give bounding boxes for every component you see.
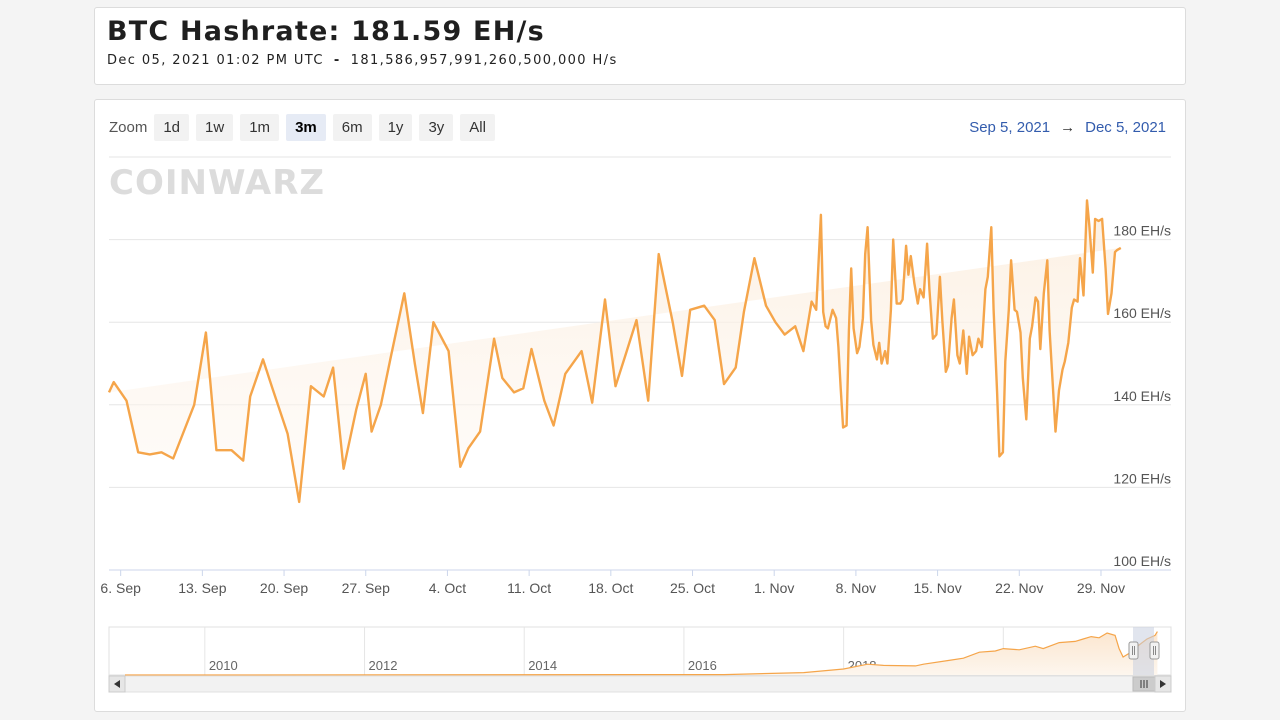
x-axis-labels: 6. Sep 13. Sep 20. Sep 27. Sep 4. Oct 11. Oct… [100,570,1125,596]
x-tick-label: 20. Sep [260,580,308,596]
scrollbar[interactable] [108,675,1172,693]
chart-card: Zoom 1d 1w 1m 3m 6m 1y 3y All Sep 5, 202… [94,99,1186,712]
scrollbar-track[interactable] [108,675,1172,693]
navigator-handle-left[interactable] [1128,641,1139,660]
y-tick-label: 140 EH/s [1113,388,1171,404]
hashrate-raw: 181,586,957,991,260,500,000 H/s [350,53,618,68]
timestamp-line: Dec 05, 2021 01:02 PM UTC -181,586,957,99… [107,53,618,68]
x-tick-label: 22. Nov [995,580,1043,596]
navigator-year-label: 2012 [369,658,398,673]
x-tick-label: 29. Nov [1077,580,1125,596]
grid-lines [109,156,1171,571]
header-card: BTC Hashrate: 181.59 EH/s Dec 05, 2021 0… [94,7,1186,85]
y-axis-labels: 100 EH/s 120 EH/s 140 EH/s 160 EH/s 180 EH/s [1113,223,1171,569]
x-tick-label: 15. Nov [913,580,961,596]
x-tick-label: 13. Sep [178,580,226,596]
y-tick-label: 180 EH/s [1113,223,1171,239]
y-tick-label: 100 EH/s [1113,553,1171,569]
y-tick-label: 160 EH/s [1113,305,1171,321]
x-tick-label: 27. Sep [342,580,390,596]
separator: - [333,53,341,68]
x-tick-label: 18. Oct [588,580,633,596]
page-title: BTC Hashrate: 181.59 EH/s [107,16,545,47]
y-tick-label: 120 EH/s [1113,470,1171,486]
watermark: COINWARZ [109,163,325,203]
navigator-year-label: 2016 [688,658,717,673]
x-tick-label: 1. Nov [754,580,794,596]
x-tick-label: 25. Oct [670,580,715,596]
navigator-year-label: 2010 [209,658,238,673]
watermark-text: COINWARZ [109,163,325,203]
x-tick-label: 4. Oct [429,580,466,596]
navigator[interactable]: 201020122014201620182020 [108,626,1172,676]
timestamp: Dec 05, 2021 01:02 PM UTC [107,53,324,68]
x-tick-label: 8. Nov [836,580,876,596]
hashrate-chart: COINWARZ 100 EH/s 120 EH/s 140 EH/s 160 EH/… [100,156,1172,693]
navigator-handle-right[interactable] [1149,641,1160,660]
x-tick-label: 11. Oct [507,580,551,596]
navigator-year-label: 2014 [528,658,557,673]
x-tick-label: 6. Sep [100,580,141,596]
